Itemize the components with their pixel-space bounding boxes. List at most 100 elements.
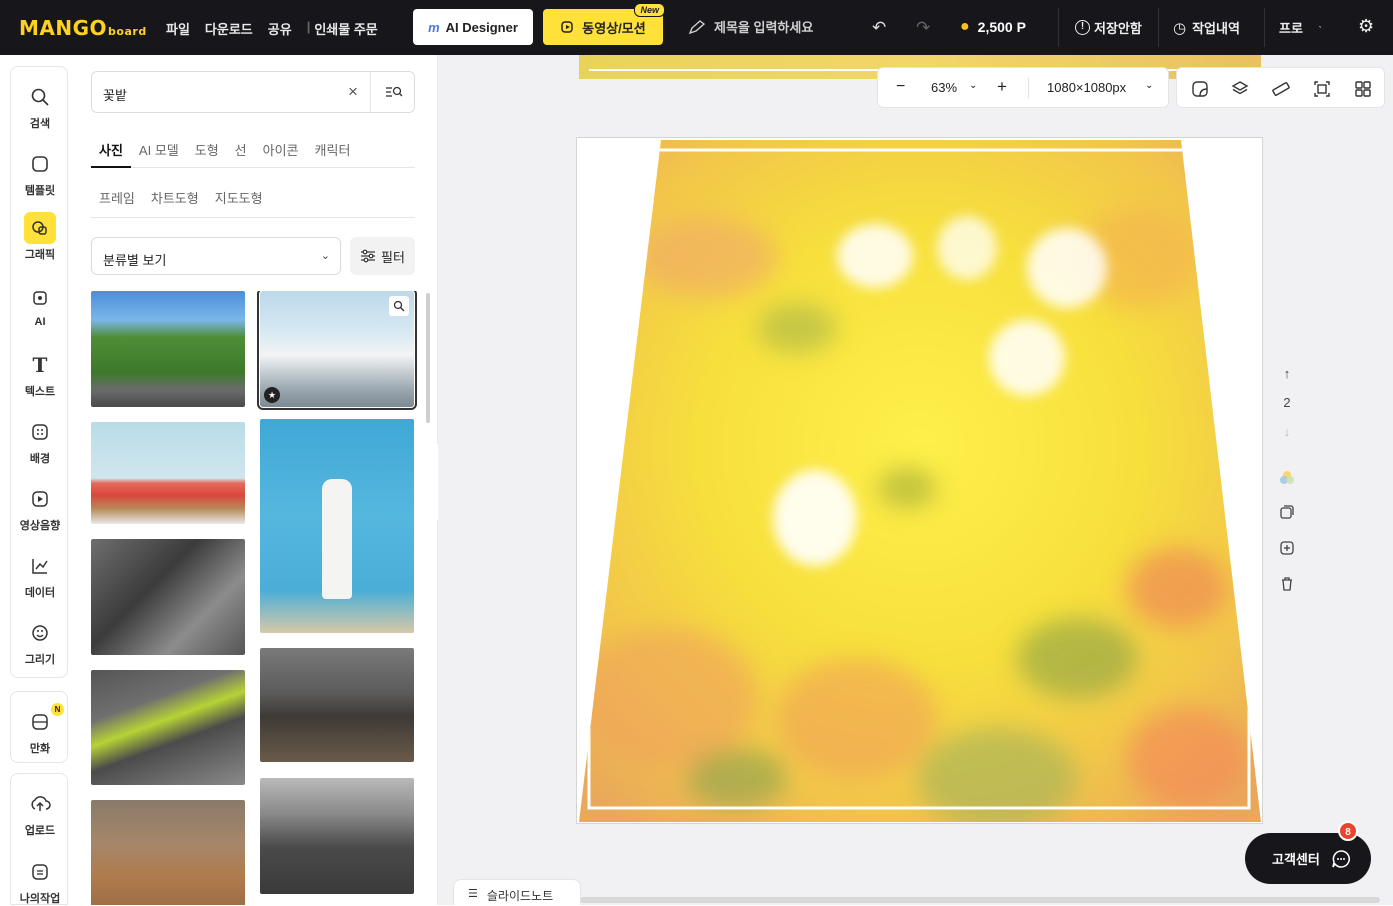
category-tabs-row2: 프레임 차트도형 지도도형: [91, 181, 415, 218]
rail-ai[interactable]: AI: [11, 282, 69, 328]
rail-label: 템플릿: [24, 185, 56, 197]
fit-screen-icon[interactable]: [1311, 78, 1333, 100]
ruler-icon[interactable]: [1270, 78, 1292, 100]
tab-shape[interactable]: 도형: [187, 133, 227, 168]
title-input[interactable]: 제목을 입력하세요: [688, 17, 813, 36]
canvas-horizontal-scrollbar[interactable]: [580, 897, 1380, 903]
zoom-in-icon[interactable]: +: [997, 77, 1007, 97]
photo-thumbnail-selected[interactable]: ★: [257, 291, 417, 410]
zoom-out-icon[interactable]: −: [896, 78, 905, 96]
graphic-icon: [24, 212, 56, 244]
background-icon: [24, 416, 56, 448]
layers-icon[interactable]: [1229, 78, 1251, 100]
title-placeholder: 제목을 입력하세요: [714, 20, 814, 35]
rail-upload[interactable]: 업로드: [11, 788, 69, 838]
photo-thumbnail[interactable]: [260, 778, 414, 894]
tab-line[interactable]: 선: [227, 133, 255, 168]
arrow-up-icon[interactable]: ↑: [1270, 366, 1304, 381]
photo-thumbnail[interactable]: [260, 648, 414, 762]
trash-icon[interactable]: [1270, 576, 1304, 595]
redo-icon[interactable]: ↷: [916, 18, 930, 38]
video-motion-label: 동영상/모션: [582, 20, 646, 36]
page-side-tools: ↑ 2 ↓: [1270, 358, 1304, 608]
logo[interactable]: MANGOboard: [19, 16, 147, 40]
chevron-down-icon[interactable]: ⌄: [969, 80, 977, 91]
ai-chip-icon: [24, 282, 56, 314]
pro-button[interactable]: 프로 ˋ: [1279, 18, 1322, 37]
help-center-button[interactable]: 고객센터: [1245, 833, 1371, 884]
rail-search[interactable]: 검색: [11, 81, 69, 131]
rail-video-audio[interactable]: 영상음향: [11, 483, 69, 533]
video-motion-icon: [561, 21, 574, 33]
note-sticker-icon[interactable]: [1189, 78, 1211, 100]
rail-label: 검색: [29, 118, 51, 130]
menu-share[interactable]: 공유: [268, 19, 292, 38]
photo-thumbnail[interactable]: [91, 422, 245, 524]
chevron-down-icon[interactable]: ⌄: [1145, 80, 1153, 91]
duplicate-page-icon[interactable]: [1270, 504, 1304, 523]
rail-label: 텍스트: [24, 386, 56, 398]
rail-label: 그리기: [24, 654, 56, 666]
rail-my-work[interactable]: 나의작업: [11, 856, 69, 906]
panel-scrollbar[interactable]: [426, 293, 430, 423]
rail-label: 만화: [29, 743, 51, 755]
save-status[interactable]: ! 저장안함: [1075, 18, 1142, 37]
search-input[interactable]: 꽃밭: [103, 85, 127, 104]
photo-thumbnail[interactable]: [91, 539, 245, 655]
my-work-icon: [24, 856, 56, 888]
page-size-select[interactable]: 1080×1080px: [1047, 80, 1126, 95]
notification-badge: 8: [1338, 821, 1358, 841]
category-select[interactable]: 분류별 보기 ⌄: [91, 237, 341, 275]
edit-pen-icon: [688, 19, 706, 34]
warning-circle-icon: !: [1075, 20, 1090, 35]
slide-note-tab[interactable]: ☰ 슬라이드노트: [453, 879, 581, 905]
undo-icon[interactable]: ↶: [872, 18, 886, 38]
left-rail-bottom: 업로드 나의작업: [10, 773, 68, 905]
rail-background[interactable]: 배경: [11, 416, 69, 466]
draw-smile-icon: [24, 617, 56, 649]
filter-button[interactable]: 필터: [350, 237, 415, 275]
advanced-search-icon[interactable]: [370, 72, 416, 112]
save-status-label: 저장안함: [1094, 21, 1142, 36]
ai-designer-button[interactable]: m AI Designer: [413, 9, 533, 45]
cloud-upload-icon: [24, 788, 56, 820]
rail-text[interactable]: T 텍스트: [11, 349, 69, 399]
gear-icon[interactable]: ⚙: [1358, 16, 1374, 37]
rail-graphic[interactable]: 그래픽: [11, 212, 69, 262]
tab-frame[interactable]: 프레임: [91, 181, 143, 217]
zoom-search-icon[interactable]: [389, 296, 409, 316]
category-tabs: 사진 AI 모델 도형 선 아이콘 캐릭터: [91, 133, 415, 168]
photo-thumbnail[interactable]: [91, 291, 245, 407]
tab-ai-model[interactable]: AI 모델: [131, 133, 187, 168]
grid-view-icon[interactable]: [1352, 78, 1374, 100]
rail-draw[interactable]: 그리기: [11, 617, 69, 667]
photo-thumbnail[interactable]: [91, 670, 245, 785]
chart-line-icon: [24, 550, 56, 582]
photo-thumbnail[interactable]: [91, 800, 245, 905]
flower-field-photo[interactable]: [577, 138, 1262, 823]
zoom-level[interactable]: 63%: [931, 80, 957, 95]
color-palette-icon[interactable]: [1270, 470, 1304, 489]
tab-icon[interactable]: 아이콘: [255, 133, 307, 168]
menu-download[interactable]: 다운로드: [205, 19, 253, 38]
menu-print-order[interactable]: 인쇄물 주문: [314, 19, 377, 38]
rail-comic[interactable]: 만화 N: [11, 703, 69, 756]
tab-photo[interactable]: 사진: [91, 133, 131, 168]
design-page[interactable]: [576, 137, 1263, 824]
close-icon[interactable]: ×: [348, 82, 358, 102]
points-display[interactable]: ● 2,500 P: [960, 18, 1026, 36]
arrow-down-icon[interactable]: ↓: [1270, 424, 1304, 439]
tab-chart-shape[interactable]: 차트도형: [143, 181, 207, 217]
menu-file[interactable]: 파일: [166, 19, 190, 38]
pro-label: 프로: [1279, 21, 1303, 36]
search-box[interactable]: 꽃밭 ×: [91, 71, 415, 113]
tab-map-shape[interactable]: 지도도형: [207, 181, 271, 217]
add-page-icon[interactable]: [1270, 540, 1304, 559]
help-center-label: 고객센터: [1272, 852, 1320, 867]
photo-thumbnail[interactable]: [260, 419, 414, 633]
history-button[interactable]: ◷ 작업내역: [1173, 18, 1240, 37]
video-motion-button[interactable]: 동영상/모션 New: [543, 3, 665, 45]
tab-character[interactable]: 캐릭터: [307, 133, 359, 168]
rail-data[interactable]: 데이터: [11, 550, 69, 600]
rail-template[interactable]: 템플릿: [11, 148, 69, 198]
